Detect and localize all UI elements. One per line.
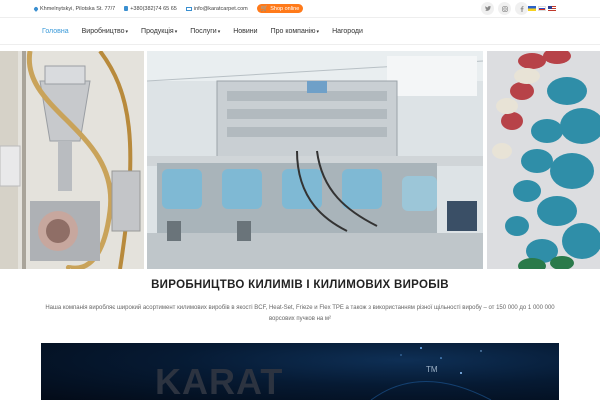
hero-image-factory-hall[interactable] — [147, 51, 483, 269]
nav-item-label: Нагороди — [332, 27, 363, 35]
brand-banner: KARAT TM — [41, 343, 559, 400]
nav-item-awards[interactable]: Нагороди — [332, 28, 363, 35]
intro-description: Наша компанія виробляє широкий асортимен… — [45, 305, 555, 322]
english-flag-icon[interactable] — [548, 6, 556, 11]
shop-online-button[interactable]: 🛒 Shop online — [256, 4, 304, 13]
twitter-icon[interactable] — [481, 2, 494, 15]
facebook-icon[interactable] — [515, 2, 528, 15]
chevron-down-icon: ▾ — [217, 28, 221, 35]
nav-item-production[interactable]: Виробництво▾ — [82, 28, 128, 35]
chevron-down-icon: ▾ — [316, 28, 320, 35]
email-text[interactable]: info@karatcarpet.com — [194, 6, 248, 12]
ukrainian-flag-icon[interactable] — [528, 6, 536, 11]
page-title: ВИРОБНИЦТВО КИЛИМІВ І КИЛИМОВИХ ВИРОБІВ — [151, 279, 449, 291]
phone-text[interactable]: +380(382)74 65 65 — [130, 6, 177, 12]
address-text: Khmelnytskyi, Pilotska St. 77/7 — [40, 5, 116, 12]
hero-image-yarn-spools[interactable] — [487, 51, 600, 269]
nav-item-news[interactable]: Новини — [233, 28, 257, 35]
phone-icon — [124, 6, 129, 11]
nav-item-label: Продукція — [141, 27, 174, 35]
banner-glow — [370, 347, 492, 400]
nav-item-label: Новини — [233, 27, 258, 35]
social-links — [481, 2, 528, 15]
karat-logo: KARAT — [155, 361, 284, 400]
instagram-icon[interactable] — [498, 2, 511, 15]
cart-icon: 🛒 — [260, 6, 269, 12]
language-switcher — [528, 6, 556, 11]
location-pin-icon — [33, 5, 39, 12]
nav-item-home[interactable]: Головна — [42, 28, 69, 35]
nav-item-label: Про компанію — [270, 27, 316, 35]
nav-item-products[interactable]: Продукція▾ — [141, 28, 177, 35]
nav-item-label: Виробництво — [81, 27, 125, 35]
trademark-mark: TM — [426, 365, 438, 374]
nav-item-about[interactable]: Про компанію▾ — [271, 28, 319, 35]
main-navigation: Головна Виробництво▾ Продукція▾ Послуги▾… — [0, 17, 600, 45]
phone[interactable]: +380(382)74 65 65 — [124, 6, 177, 12]
russian-flag-icon[interactable] — [538, 6, 546, 11]
hero-gallery — [0, 51, 600, 269]
address: Khmelnytskyi, Pilotska St. 77/7 — [33, 5, 116, 12]
chevron-down-icon: ▾ — [174, 28, 178, 35]
shop-online-label: Shop online — [270, 5, 300, 12]
mail-icon — [185, 6, 192, 11]
nav-item-label: Головна — [42, 27, 69, 35]
chevron-down-icon: ▾ — [125, 28, 129, 35]
email[interactable]: info@karatcarpet.com — [185, 6, 248, 12]
nav-item-services[interactable]: Послуги▾ — [190, 28, 220, 35]
nav-item-label: Послуги — [190, 27, 217, 35]
hero-image-machinery[interactable] — [0, 51, 144, 269]
